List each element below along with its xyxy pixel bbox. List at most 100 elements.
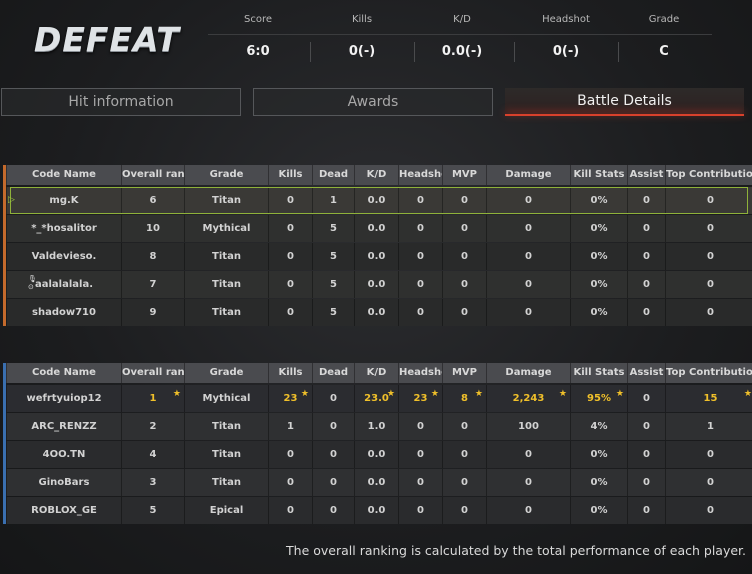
- summary-label: Score: [243, 14, 272, 25]
- cell-code-name: *_*hosalitor: [6, 215, 121, 242]
- player-row[interactable]: ARC_RENZZ 2 Titan 1 0 1.0 0 0 100 4% 0 1: [6, 413, 752, 440]
- header-headshot[interactable]: Headshot: [398, 363, 442, 383]
- player-row[interactable]: GinoBars 3 Titan 0 0 0.0 0 0 0 0% 0 0: [6, 469, 752, 496]
- cell-assist: 0: [627, 243, 665, 270]
- cell-damage: 0: [486, 299, 570, 326]
- cell-top-contribution: 0: [665, 243, 752, 270]
- cell-mvp: 0: [442, 299, 486, 326]
- tab-awards[interactable]: Awards: [253, 88, 493, 116]
- cell-mvp: 0: [442, 243, 486, 270]
- header-kill-stats[interactable]: Kill Stats: [570, 165, 627, 185]
- cell-code-name: shadow710: [6, 299, 121, 326]
- header-damage[interactable]: Damage: [486, 363, 570, 383]
- player-row[interactable]: shadow710 9 Titan 0 5 0.0 0 0 0 0% 0 0: [6, 299, 752, 326]
- header-kd[interactable]: K/D: [354, 363, 398, 383]
- cell-value: 5: [330, 223, 337, 234]
- header-assist[interactable]: Assist: [627, 165, 665, 185]
- header-assist[interactable]: Assist: [627, 363, 665, 383]
- cell-value: ROBLOX_GE: [31, 505, 97, 516]
- player-row[interactable]: wefrtyuiop12 1 ★ Mythical 23 ★ 0 23.0 ★ 23 ★ 8 ★ 2,24…: [6, 385, 752, 412]
- cell-value: 95%: [587, 393, 611, 404]
- cell-mvp: 0: [442, 441, 486, 468]
- cell-headshot: 0: [398, 243, 442, 270]
- cell-grade: Epical: [184, 497, 268, 524]
- header-mvp[interactable]: MVP: [442, 165, 486, 185]
- player-row[interactable]: *_*hosalitor 10 Mythical 0 5 0.0 0 0 0 0% 0 0: [6, 215, 752, 242]
- cell-value: 0: [287, 449, 294, 460]
- star-icon: ★: [172, 389, 181, 399]
- cell-value: 23: [413, 393, 428, 404]
- cell-value: 0: [461, 421, 468, 432]
- tab-battle-details[interactable]: Battle Details: [505, 88, 744, 116]
- cell-value: 0: [707, 505, 714, 516]
- cell-overall-ranking: 5: [121, 497, 184, 524]
- cell-overall-ranking: 4: [121, 441, 184, 468]
- table-header: Code NameOverall rankingGradeKillsDeadK/…: [6, 363, 752, 383]
- cell-value: 0%: [590, 223, 608, 234]
- header-damage[interactable]: Damage: [486, 165, 570, 185]
- header-top-contribution[interactable]: Top Contribution: [665, 363, 752, 383]
- cell-value: Valdevieso.: [31, 251, 97, 262]
- header-grade[interactable]: Grade: [184, 363, 268, 383]
- cell-value: Titan: [212, 477, 241, 488]
- header-code-name[interactable]: Code Name: [6, 363, 121, 383]
- summary-kd: K/D 0.0(-): [412, 10, 512, 68]
- summary-label: Kills: [351, 14, 373, 25]
- cell-top-contribution: 0: [665, 441, 752, 468]
- player-row[interactable]: mg.K 6 Titan 0 1 0.0 0 0 0 0% 0 0 ▷: [6, 187, 752, 214]
- header-mvp[interactable]: MVP: [442, 363, 486, 383]
- cell-kill-stats: 4%: [570, 413, 627, 440]
- header-overall-ranking[interactable]: Overall ranking: [121, 165, 184, 185]
- header-headshot[interactable]: Headshot: [398, 165, 442, 185]
- cell-mvp: 0: [442, 469, 486, 496]
- cell-kd: 23.0 ★: [354, 385, 398, 412]
- cell-grade: Titan: [184, 469, 268, 496]
- cell-value: 0%: [590, 307, 608, 318]
- cell-value: 0: [707, 307, 714, 318]
- player-row[interactable]: Valdevieso. 8 Titan 0 5 0.0 0 0 0 0% 0 0: [6, 243, 752, 270]
- header-grade[interactable]: Grade: [184, 165, 268, 185]
- header-top-contribution[interactable]: Top Contribution: [665, 165, 752, 185]
- cell-value: 3: [149, 477, 157, 488]
- cell-top-contribution: 0: [665, 215, 752, 242]
- player-row[interactable]: 4OO.TN 4 Titan 0 0 0.0 0 0 0 0% 0 0: [6, 441, 752, 468]
- star-icon: ★: [300, 389, 309, 399]
- player-row[interactable]: aalalalala. 7 Titan 0 5 0.0 0 0 0 0% 0 0 🎙 ⊙: [6, 271, 752, 298]
- cell-kills: 0: [268, 441, 312, 468]
- cell-kill-stats: 0%: [570, 271, 627, 298]
- header-kills[interactable]: Kills: [268, 165, 312, 185]
- cell-value: 0: [330, 505, 337, 516]
- header-code-name[interactable]: Code Name: [6, 165, 121, 185]
- cell-code-name: aalalalala.: [6, 271, 121, 298]
- cell-kills: 0: [268, 497, 312, 524]
- cell-kill-stats: 0%: [570, 469, 627, 496]
- cell-value: 0: [643, 393, 650, 404]
- cell-value: 0: [417, 505, 424, 516]
- header-dead[interactable]: Dead: [312, 363, 354, 383]
- cell-overall-ranking: 7: [121, 271, 184, 298]
- cell-value: 0: [287, 307, 294, 318]
- cell-value: 0: [643, 449, 650, 460]
- header-dead[interactable]: Dead: [312, 165, 354, 185]
- cell-value: GinoBars: [38, 477, 90, 488]
- cell-dead: 5: [312, 215, 354, 242]
- cell-value: 23: [283, 393, 298, 404]
- cell-mvp: 0: [442, 215, 486, 242]
- cell-value: 0: [417, 307, 424, 318]
- cell-assist: 0: [627, 271, 665, 298]
- cell-value: 5: [330, 307, 337, 318]
- cell-value: 0.0: [367, 505, 386, 516]
- cell-dead: 0: [312, 413, 354, 440]
- cell-value: 15: [703, 393, 718, 404]
- summary-kills: Kills 0(-): [312, 10, 412, 68]
- header-kills[interactable]: Kills: [268, 363, 312, 383]
- cell-headshot: 0: [398, 271, 442, 298]
- summary-value: C: [659, 44, 669, 59]
- cell-top-contribution: 0: [665, 299, 752, 326]
- header-kill-stats[interactable]: Kill Stats: [570, 363, 627, 383]
- tab-hit-information[interactable]: Hit information: [1, 88, 241, 116]
- player-row[interactable]: ROBLOX_GE 5 Epical 0 0 0.0 0 0 0 0% 0 0: [6, 497, 752, 524]
- header-overall-ranking[interactable]: Overall ranking: [121, 363, 184, 383]
- header-kd[interactable]: K/D: [354, 165, 398, 185]
- cell-code-name: wefrtyuiop12: [6, 385, 121, 412]
